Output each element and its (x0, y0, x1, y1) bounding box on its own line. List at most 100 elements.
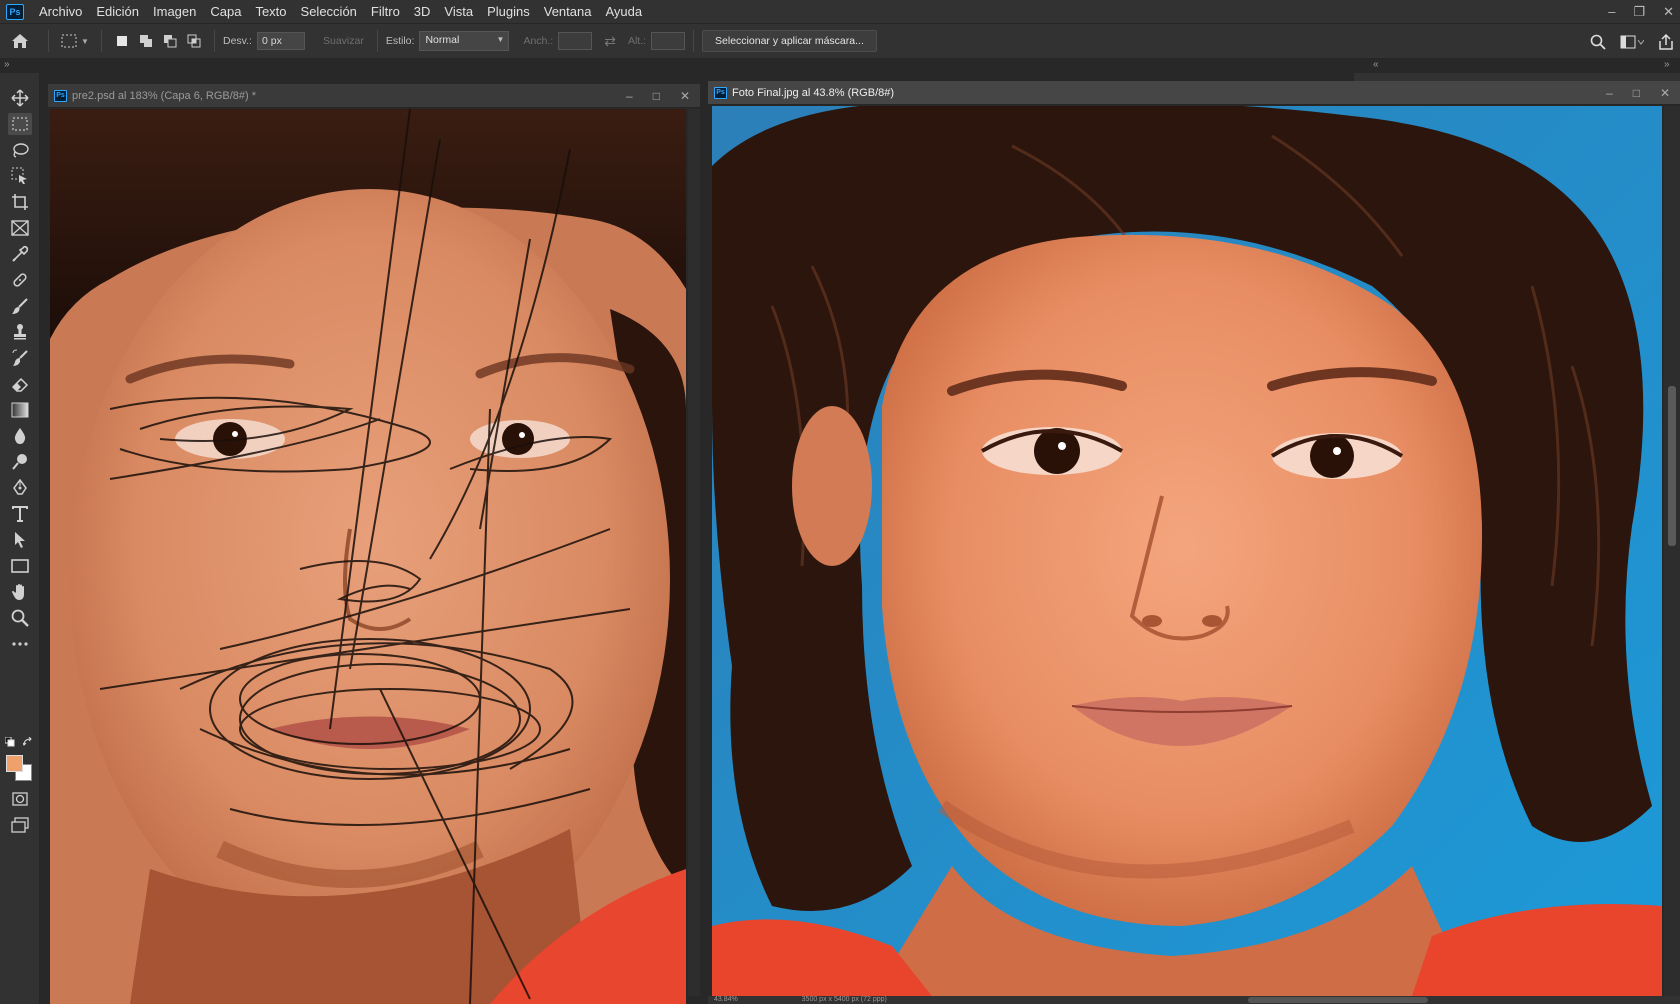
move-tool-icon[interactable] (8, 87, 32, 109)
document-tab-pre2[interactable]: Ps pre2.psd al 183% (Capa 6, RGB/8#) * –… (48, 84, 700, 108)
chevron-down-icon: ▼ (496, 35, 505, 44)
feather-label: Desv.: (223, 35, 252, 47)
vertical-scrollbar[interactable] (688, 109, 700, 996)
expand-panels-icon[interactable]: » (1664, 59, 1670, 70)
menu-seleccion[interactable]: Selección (294, 0, 364, 23)
more-tools-icon[interactable] (8, 633, 32, 655)
lasso-icon[interactable] (8, 139, 32, 161)
screen-mode-icon[interactable] (8, 814, 32, 836)
status-zoom[interactable]: 43.84% (714, 996, 738, 1003)
psd-file-icon: Ps (54, 89, 67, 102)
menu-edicion[interactable]: Edición (89, 0, 146, 23)
horizontal-scroll-thumb[interactable] (1248, 997, 1428, 1003)
width-input[interactable] (558, 32, 593, 50)
menu-texto[interactable]: Texto (248, 0, 293, 23)
search-icon[interactable] (1590, 34, 1606, 50)
style-select[interactable]: Normal ▼ (419, 31, 510, 51)
pen-icon[interactable] (8, 477, 32, 499)
document-window-controls: – □ ✕ (1606, 81, 1670, 105)
add-selection-icon[interactable] (137, 32, 155, 50)
antialias-checkbox[interactable]: Suavizar (323, 35, 364, 47)
restore-icon[interactable]: ❐ (1633, 4, 1645, 20)
vertical-scrollbar[interactable] (1664, 106, 1680, 996)
menu-archivo[interactable]: Archivo (32, 0, 89, 23)
path-selection-icon[interactable] (8, 529, 32, 551)
object-selection-icon[interactable] (8, 165, 32, 187)
expand-toolbar-icon[interactable]: » (4, 59, 10, 70)
document-tab-foto-final[interactable]: Ps Foto Final.jpg al 43.8% (RGB/8#) – □ … (708, 81, 1680, 105)
tool-preset-picker[interactable]: ▼ (57, 30, 93, 52)
app-window-controls: – ❐ ✕ (1608, 0, 1674, 23)
maximize-icon[interactable]: □ (1633, 86, 1640, 100)
minimize-icon[interactable]: – (1608, 4, 1615, 19)
default-colors-icon[interactable] (5, 737, 15, 747)
menu-bar: Ps Archivo Edición Imagen Capa Texto Sel… (0, 0, 1680, 23)
menu-capa[interactable]: Capa (203, 0, 248, 23)
close-icon[interactable]: ✕ (1660, 86, 1670, 100)
minimize-icon[interactable]: – (1606, 86, 1613, 100)
width-label: Anch.: (523, 35, 554, 47)
menu-ventana[interactable]: Ventana (537, 0, 599, 23)
foreground-color-swatch[interactable] (6, 755, 23, 772)
minimize-icon[interactable]: – (626, 89, 633, 103)
options-bar: ▼ Desv.: Suavizar Estilo: Normal ▼ Anch.… (0, 23, 1680, 59)
height-input[interactable] (651, 32, 686, 50)
document-title: Foto Final.jpg al 43.8% (RGB/8#) (732, 86, 895, 99)
document-title: pre2.psd al 183% (Capa 6, RGB/8#) * (72, 89, 257, 102)
healing-brush-icon[interactable] (8, 269, 32, 291)
menu-plugins[interactable]: Plugins (480, 0, 537, 23)
rectangular-marquee-icon[interactable] (8, 113, 32, 135)
intersect-selection-icon[interactable] (185, 32, 203, 50)
swap-colors-icon[interactable] (23, 737, 33, 747)
gradient-icon[interactable] (8, 399, 32, 421)
restored-photo-image (712, 106, 1662, 996)
type-icon[interactable] (8, 503, 32, 525)
menu-filtro[interactable]: Filtro (364, 0, 407, 23)
rectangle-icon[interactable] (8, 555, 32, 577)
collapse-panels-icon[interactable]: « (1373, 59, 1379, 70)
swap-icon[interactable]: ⇄ (604, 33, 616, 50)
maximize-icon[interactable]: □ (653, 89, 660, 103)
height-label: Alt.: (627, 35, 647, 47)
document-window-controls: – □ ✕ (626, 84, 690, 108)
eraser-icon[interactable] (8, 373, 32, 395)
close-icon[interactable]: ✕ (680, 89, 690, 103)
clone-stamp-icon[interactable] (8, 321, 32, 343)
eyedropper-icon[interactable] (8, 243, 32, 265)
close-icon[interactable]: ✕ (1663, 4, 1674, 20)
subtract-selection-icon[interactable] (161, 32, 179, 50)
brush-icon[interactable] (8, 295, 32, 317)
tools-panel (0, 73, 40, 1004)
home-icon[interactable] (0, 23, 40, 59)
feather-input[interactable] (256, 32, 305, 50)
quick-mask-icon[interactable] (8, 788, 32, 810)
photoshop-logo: Ps (6, 3, 24, 20)
hand-icon[interactable] (8, 581, 32, 603)
menu-ayuda[interactable]: Ayuda (598, 0, 649, 23)
history-brush-icon[interactable] (8, 347, 32, 369)
options-right-icons (1590, 24, 1674, 60)
status-info: 3500 px x 5400 px (72 ppp) (801, 996, 887, 1003)
blur-icon[interactable] (8, 425, 32, 447)
document-window-foto-final[interactable]: Ps Foto Final.jpg al 43.8% (RGB/8#) – □ … (708, 81, 1680, 1004)
canvas-original-photo[interactable] (50, 109, 686, 1004)
menu-3d[interactable]: 3D (407, 0, 438, 23)
jpg-file-icon: Ps (714, 86, 727, 99)
zoom-icon[interactable] (8, 607, 32, 629)
menu-imagen[interactable]: Imagen (146, 0, 203, 23)
menu-vista[interactable]: Vista (437, 0, 480, 23)
share-icon[interactable] (1658, 34, 1674, 50)
chevron-down-icon: ▼ (81, 36, 89, 46)
document-window-pre2[interactable]: Ps pre2.psd al 183% (Capa 6, RGB/8#) * –… (48, 84, 700, 1004)
new-selection-icon[interactable] (113, 32, 131, 50)
canvas-restored-photo[interactable] (712, 106, 1662, 996)
panel-tabs (1354, 73, 1680, 81)
dodge-icon[interactable] (8, 451, 32, 473)
workspace-icon[interactable] (1620, 35, 1644, 49)
frame-icon[interactable] (8, 217, 32, 239)
select-and-mask-button[interactable]: Seleccionar y aplicar máscara... (702, 30, 877, 52)
style-select-value: Normal (425, 34, 460, 46)
crop-icon[interactable] (8, 191, 32, 213)
vertical-scroll-thumb[interactable] (1668, 386, 1676, 546)
document-status-bar: 43.84% 3500 px x 5400 px (72 ppp) (708, 996, 1680, 1004)
